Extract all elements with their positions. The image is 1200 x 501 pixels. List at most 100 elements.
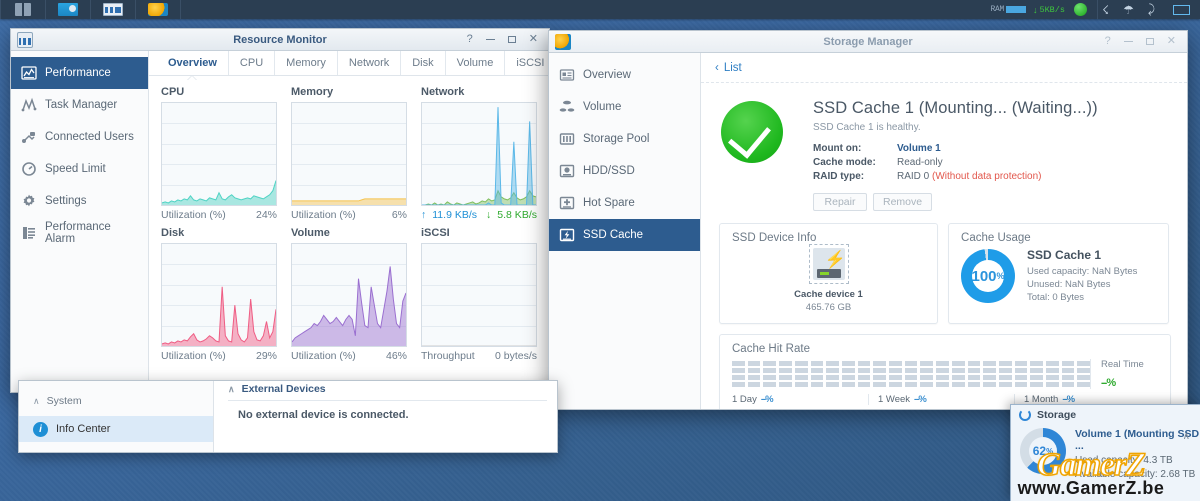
hit-rate-cell bbox=[936, 368, 949, 373]
hit-period-1-day: 1 Day --% bbox=[732, 394, 868, 405]
taskbar-resource-monitor-button[interactable] bbox=[91, 0, 135, 19]
hit-rate-cell bbox=[967, 382, 981, 387]
tab-disk[interactable]: Disk bbox=[401, 51, 446, 75]
tab-volume[interactable]: Volume bbox=[446, 51, 506, 75]
sidebar-item-volume[interactable]: Volume bbox=[549, 91, 700, 123]
tab-overview[interactable]: Overview bbox=[157, 51, 229, 75]
performance-alarm-icon bbox=[21, 225, 37, 241]
resource-monitor-titlebar[interactable]: Resource Monitor ? ✕ bbox=[11, 29, 549, 51]
cache-hit-rate-card: Cache Hit Rate Real Time --% 1 Day --% 1 … bbox=[719, 334, 1171, 409]
taskbar-tray: RAM ↓ 5KB/s ☇ ☂ ⤸ bbox=[990, 0, 1200, 19]
usage-display: 100% SSD Cache 1 Used capacity: NaN Byte… bbox=[949, 246, 1168, 304]
ram-indicator[interactable]: RAM bbox=[990, 5, 1026, 14]
sidebar-item-connected-users[interactable]: Connected Users bbox=[11, 121, 148, 153]
network-indicator[interactable]: ↓ 5KB/s bbox=[1033, 5, 1065, 15]
hit-rate-cell bbox=[873, 361, 887, 366]
card-title: Cache Usage bbox=[961, 232, 1031, 244]
sidebar-item-task-manager[interactable]: Task Manager bbox=[11, 89, 148, 121]
sidebar-item-performance-alarm[interactable]: Performance Alarm bbox=[11, 217, 148, 249]
maximize-button[interactable] bbox=[507, 36, 516, 43]
usage-percent-wrap: 100% bbox=[961, 249, 1015, 303]
control-panel-system-label: System bbox=[46, 395, 82, 407]
sidebar-item-settings[interactable]: Settings bbox=[11, 185, 148, 217]
repair-button[interactable]: Repair bbox=[813, 193, 867, 211]
taskbar-package-center-button[interactable] bbox=[46, 0, 90, 19]
tab-network[interactable]: Network bbox=[338, 51, 402, 75]
collapse-chevron-icon[interactable]: ∧ bbox=[1183, 431, 1190, 442]
hit-rate-realtime: Real Time --% bbox=[1090, 359, 1160, 389]
user-icon[interactable]: ☂ bbox=[1121, 0, 1136, 19]
hit-rate-cell bbox=[920, 375, 934, 380]
minimize-button[interactable] bbox=[485, 39, 495, 40]
storage-manager-titlebar[interactable]: Storage Manager ? ✕ bbox=[549, 31, 1187, 53]
resource-monitor-sidebar: Performance Task Manager Connected Users bbox=[11, 51, 149, 392]
storage-cards-row: SSD Device Info ⚡ Cache device 1 465.76 … bbox=[701, 219, 1187, 324]
widget-percent-wrap: 62% bbox=[1020, 428, 1066, 474]
hit-rate-row bbox=[732, 382, 1091, 387]
sidebar-item-speed-limit[interactable]: Speed Limit bbox=[11, 153, 148, 185]
chart-value: 46% bbox=[385, 350, 407, 362]
tab-cpu[interactable]: CPU bbox=[229, 51, 276, 75]
chart-metric-label: Utilization (%) bbox=[291, 350, 356, 362]
hit-rate-cell bbox=[763, 382, 777, 387]
hot-spare-icon bbox=[559, 195, 575, 211]
tab-iscsi[interactable]: iSCSI bbox=[505, 51, 549, 75]
ssd-device-icon[interactable]: ⚡ bbox=[808, 244, 849, 284]
hit-rate-cell bbox=[998, 382, 1012, 387]
chart-metric-label: Utilization (%) bbox=[161, 350, 226, 362]
hit-rate-cell bbox=[826, 382, 839, 387]
sidebar-item-hot-spare[interactable]: Hot Spare bbox=[549, 187, 700, 219]
hit-rate-grid bbox=[732, 359, 1091, 389]
hit-rate-cell bbox=[936, 361, 949, 366]
storage-widget: Storage 62% Volume 1 (Mounting SSD ... U… bbox=[1010, 404, 1200, 501]
lightning-bolt-icon: ⚡ bbox=[824, 250, 845, 269]
close-button[interactable]: ✕ bbox=[529, 34, 538, 45]
percent-symbol: % bbox=[1046, 446, 1054, 456]
hit-rate-cell bbox=[889, 368, 902, 373]
sidebar-item-hdd-ssd[interactable]: HDD/SSD bbox=[549, 155, 700, 187]
back-to-list-button[interactable]: ‹ List bbox=[701, 53, 1187, 83]
sidebar-item-storage-pool[interactable]: Storage Pool bbox=[549, 123, 700, 155]
remove-button[interactable]: Remove bbox=[873, 193, 933, 211]
period-value: --% bbox=[914, 394, 927, 405]
chart-metric-label: Throughput bbox=[421, 350, 475, 362]
help-button[interactable]: ? bbox=[1105, 36, 1111, 47]
notification-icon[interactable]: ☇ bbox=[1098, 0, 1113, 19]
sidebar-item-ssd-cache[interactable]: SSD Cache bbox=[549, 219, 700, 251]
options-icon[interactable]: ⤸ bbox=[1144, 0, 1159, 19]
hit-rate-cell bbox=[1046, 361, 1059, 366]
chart-title-iscsi: iSCSI bbox=[421, 227, 450, 239]
chart-title-network: Network bbox=[421, 86, 465, 98]
sidebar-item-label: Performance Alarm bbox=[45, 221, 111, 245]
hit-rate-cell bbox=[857, 375, 871, 380]
sparkline-cpu bbox=[162, 103, 276, 205]
taskbar-main-menu-button[interactable] bbox=[1, 0, 45, 19]
hit-rate-cell bbox=[794, 375, 808, 380]
sidebar-item-info-center[interactable]: i Info Center bbox=[19, 416, 213, 442]
period-label: 1 Week bbox=[878, 394, 911, 405]
status-dot-icon[interactable] bbox=[1074, 3, 1087, 16]
widgets-icon[interactable] bbox=[1173, 4, 1190, 15]
close-button[interactable]: ✕ bbox=[1167, 36, 1176, 47]
tab-memory[interactable]: Memory bbox=[275, 51, 338, 75]
hit-rate-cell bbox=[1030, 382, 1044, 387]
info-icon: i bbox=[33, 421, 48, 437]
sidebar-item-performance[interactable]: Performance bbox=[11, 57, 148, 89]
hero-text: SSD Cache 1 (Mounting... (Waiting...)) S… bbox=[813, 97, 1098, 211]
sparkline-memory bbox=[292, 103, 406, 205]
chart-value: 6% bbox=[391, 209, 407, 221]
help-button[interactable]: ? bbox=[467, 34, 473, 45]
hit-rate-cell bbox=[841, 375, 855, 380]
storage-manager-window: Storage Manager ? ✕ Overview Volume Stor… bbox=[548, 30, 1188, 410]
volume-usage-donut: 62% bbox=[1020, 428, 1066, 474]
control-panel-main: ∧ External Devices No external device is… bbox=[214, 381, 557, 452]
external-devices-header[interactable]: ∧ External Devices bbox=[214, 381, 557, 395]
taskbar-storage-manager-button[interactable] bbox=[136, 0, 180, 19]
control-panel-system-group[interactable]: ∧ System bbox=[19, 381, 213, 407]
sidebar-item-overview[interactable]: Overview bbox=[549, 59, 700, 91]
maximize-button[interactable] bbox=[1145, 38, 1154, 45]
device-body: ⚡ bbox=[812, 248, 845, 280]
minimize-button[interactable] bbox=[1123, 41, 1133, 42]
sparkline-volume bbox=[292, 244, 406, 346]
sidebar-item-label: Volume bbox=[583, 101, 622, 113]
